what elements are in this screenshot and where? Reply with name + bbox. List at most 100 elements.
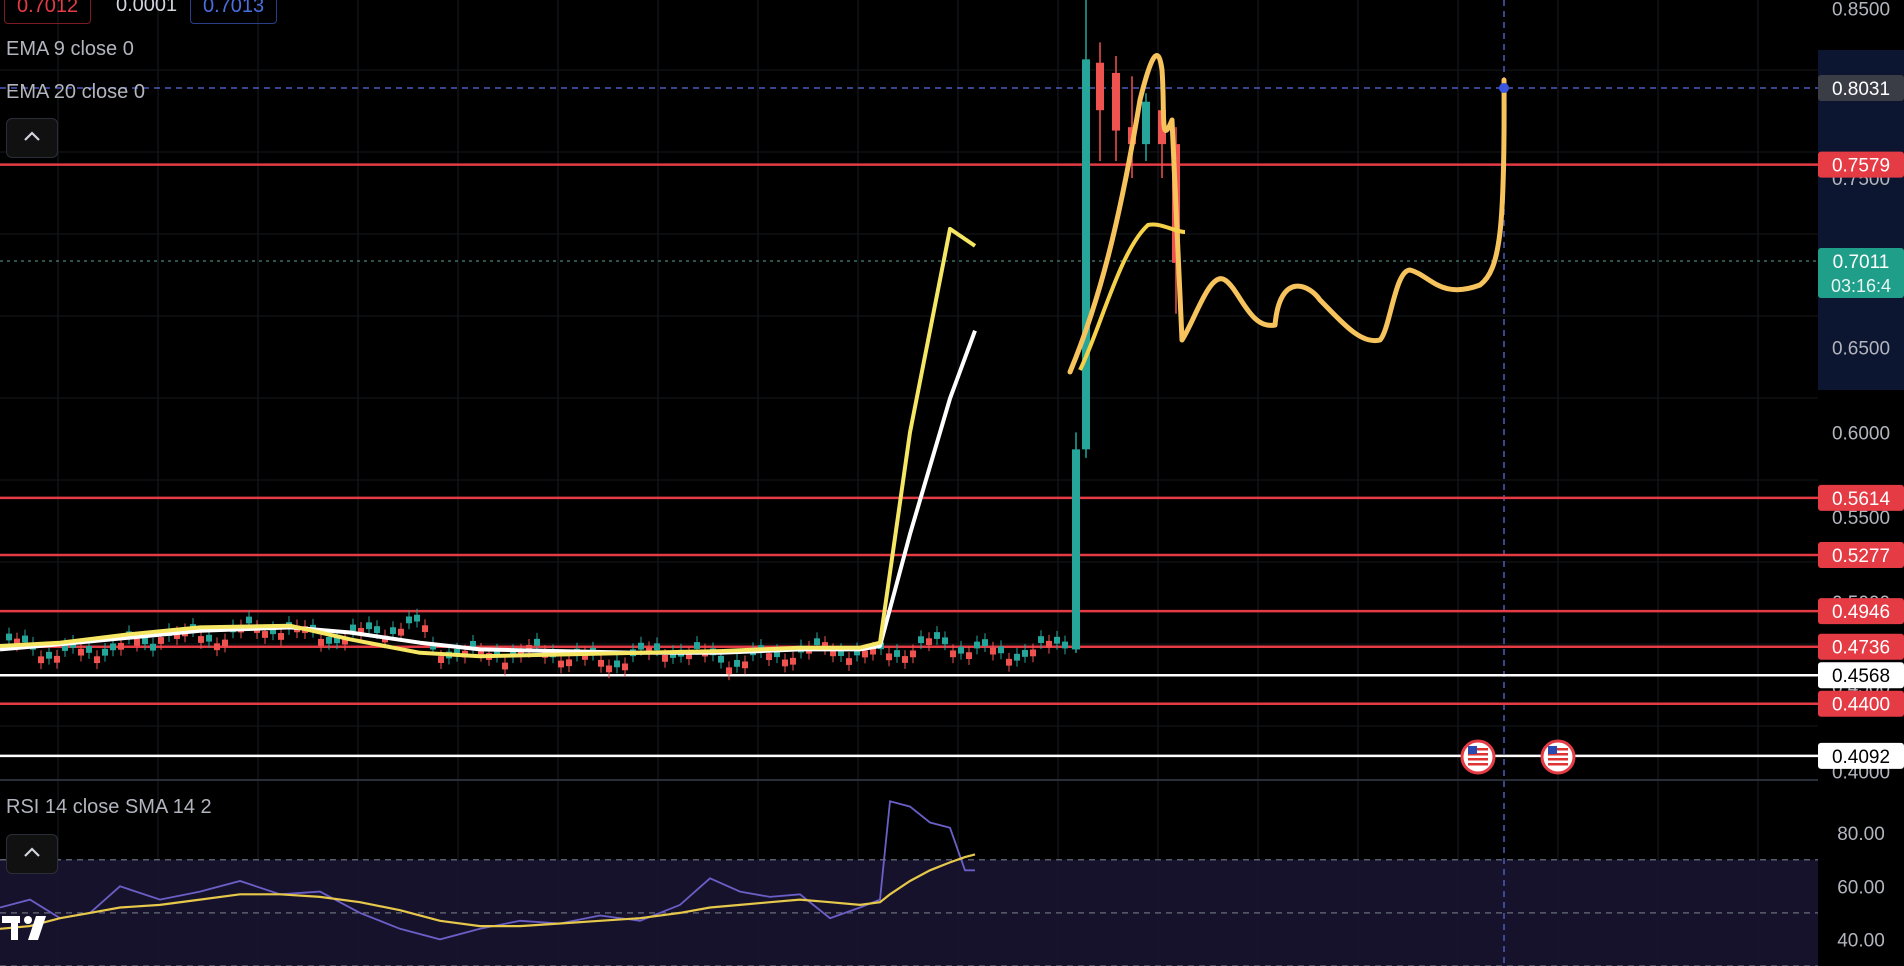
candle (1082, 59, 1090, 450)
candle (46, 651, 52, 659)
horizontal-levels[interactable] (0, 163, 1818, 758)
rsi-tick-label: 80.00 (1837, 824, 1885, 845)
candle (958, 646, 964, 654)
candle (598, 659, 604, 667)
level-price-label: 0.4736 (1832, 638, 1890, 659)
candle (742, 661, 748, 669)
candle (54, 655, 60, 663)
candle (862, 650, 868, 658)
chevron-up-icon (24, 131, 40, 141)
candle (846, 658, 852, 665)
us-flag-icon[interactable] (1460, 739, 1496, 775)
candle (974, 641, 980, 649)
candle (886, 653, 892, 661)
candle (86, 646, 92, 653)
candle (782, 659, 788, 667)
candle (150, 643, 156, 651)
candle (638, 642, 644, 650)
candle (950, 650, 956, 658)
chevron-up-icon (24, 847, 40, 857)
candle (1062, 641, 1068, 649)
candle (998, 646, 1004, 654)
candle (1022, 650, 1028, 657)
ema9-legend[interactable]: EMA 9 close 0 (6, 38, 134, 61)
level-price-label: 0.4092 (1832, 747, 1890, 768)
candle (134, 638, 140, 646)
trading-chart[interactable]: 0.85000.75000.65000.60000.55000.50000.45… (0, 0, 1904, 966)
candle (118, 642, 124, 650)
candle (406, 616, 412, 624)
level-price-label: 0.4946 (1832, 602, 1890, 623)
crosshair-price-label: 0.8031 (1832, 79, 1890, 100)
flag-circle (1460, 739, 1496, 775)
candle (534, 638, 540, 646)
rsi-legend[interactable]: RSI 14 close SMA 14 2 (6, 796, 212, 819)
collapse-legend-button[interactable] (6, 118, 58, 158)
price-axis[interactable]: 0.85000.75000.65000.60000.55000.50000.45… (1818, 0, 1904, 966)
candle (902, 656, 908, 663)
candle (734, 659, 740, 667)
candle (1054, 636, 1060, 644)
forecast-drawing (1067, 53, 1507, 375)
flag-canton (1548, 746, 1557, 754)
candle (566, 659, 572, 667)
collapse-rsi-legend-button[interactable] (6, 834, 58, 874)
candle (102, 648, 108, 656)
last-price-label: 0.7011 (1833, 252, 1890, 273)
candle (414, 614, 420, 622)
candle (374, 626, 380, 633)
candle (78, 648, 84, 656)
candle (894, 650, 900, 657)
candle (438, 656, 444, 663)
price-tick-label: 0.8500 (1832, 0, 1890, 20)
flag-stripe (1548, 763, 1568, 766)
candle (198, 636, 204, 643)
ema-lines (0, 226, 977, 659)
tradingview-logo[interactable] (2, 912, 60, 951)
tradingview-logo-icon (2, 916, 46, 940)
candle (934, 632, 940, 639)
candle (1014, 653, 1020, 661)
candle (1096, 62, 1104, 111)
hand-drawing[interactable] (1067, 53, 1509, 375)
candle (990, 647, 996, 655)
candle (6, 633, 12, 641)
candle (1030, 649, 1036, 657)
candle (502, 662, 508, 670)
candle (1072, 449, 1080, 650)
candle (1142, 101, 1150, 145)
candle (662, 654, 668, 662)
candle (718, 655, 724, 663)
spread-chip: 0.0001 (116, 0, 178, 16)
candle (814, 638, 820, 646)
candle (558, 660, 564, 668)
candle (318, 638, 324, 646)
buy-price-chip[interactable]: 0.7013 (190, 0, 278, 24)
us-flag-icon[interactable] (1540, 739, 1576, 775)
price-tick-label: 0.6500 (1832, 339, 1890, 360)
candle (694, 642, 700, 649)
candle (1038, 636, 1044, 643)
candle (94, 656, 100, 664)
rsi-tick-label: 60.00 (1837, 877, 1885, 898)
candle (222, 639, 228, 647)
candle (214, 643, 220, 651)
rsi-tick-label: 40.00 (1837, 930, 1885, 951)
candle (1006, 658, 1012, 666)
candle (622, 663, 628, 671)
candle (982, 639, 988, 646)
candle (206, 634, 212, 642)
flag-canton (1468, 746, 1477, 754)
price-tick-label: 0.6000 (1832, 423, 1890, 444)
flag-stripe (1468, 763, 1488, 766)
level-price-label: 0.4568 (1832, 666, 1890, 687)
flag-stripe (1468, 758, 1488, 761)
candle (1112, 72, 1120, 131)
sell-price-chip[interactable]: 0.7012 (4, 0, 92, 24)
candle (942, 637, 948, 645)
level-price-label: 0.4400 (1832, 695, 1890, 716)
candle (158, 637, 164, 644)
candle (22, 635, 28, 643)
candle (1046, 640, 1052, 648)
ema20-legend[interactable]: EMA 20 close 0 (6, 81, 145, 104)
